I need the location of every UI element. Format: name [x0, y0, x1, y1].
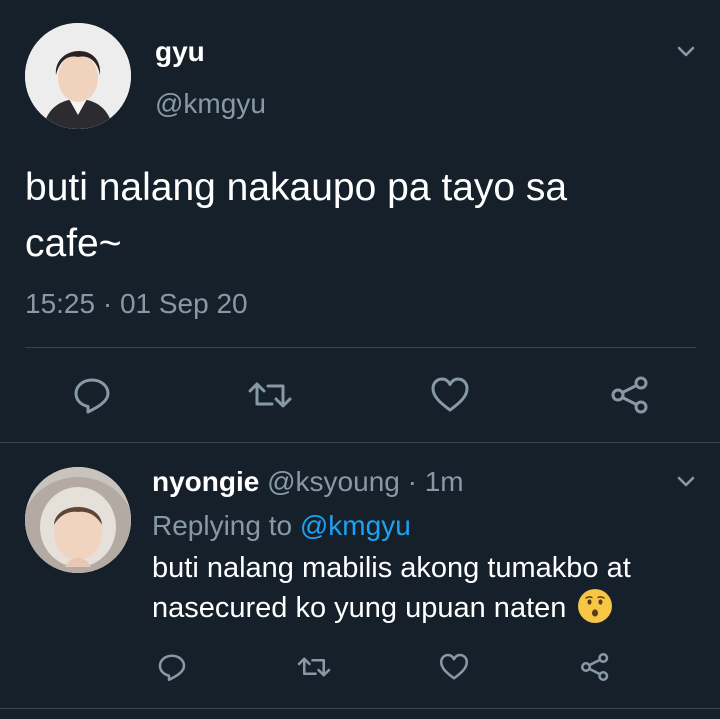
reply-author-handle[interactable]: @ksyoung — [267, 466, 400, 497]
author-name[interactable]: gyu — [155, 36, 205, 68]
reply-text-line-2-text: nasecured ko yung upuan naten — [152, 592, 567, 624]
share-icon[interactable] — [610, 375, 650, 415]
replying-to-handle[interactable]: @kmgyu — [300, 510, 411, 541]
bottom-divider — [0, 708, 720, 709]
replying-to: Replying to @kmgyu — [152, 510, 411, 542]
reply-author-name[interactable]: nyongie — [152, 466, 259, 497]
hushed-face-emoji — [578, 589, 613, 624]
reply-icon[interactable] — [72, 375, 112, 415]
reply-header: nyongie @ksyoung · 1m — [152, 466, 464, 498]
reply-author-avatar[interactable] — [25, 467, 131, 573]
tweet-text-line-2: cafe~ — [25, 222, 122, 265]
reply-time[interactable]: 1m — [425, 466, 464, 497]
section-divider — [0, 442, 720, 443]
reply-retweet-icon[interactable] — [297, 652, 331, 682]
reply-text-line-1: buti nalang mabilis akong tumakbo at — [152, 552, 631, 584]
tweet-divider — [25, 347, 696, 348]
chevron-down-icon[interactable] — [674, 40, 698, 64]
reply-heart-icon[interactable] — [439, 652, 469, 682]
author-handle[interactable]: @kmgyu — [155, 88, 266, 120]
reply-share-icon[interactable] — [580, 652, 610, 682]
retweet-icon[interactable] — [248, 375, 292, 415]
heart-icon[interactable] — [430, 375, 470, 415]
reply-text-line-2: nasecured ko yung upuan naten — [152, 589, 613, 626]
reply-reply-icon[interactable] — [157, 652, 187, 682]
tweet-text-line-1: buti nalang nakaupo pa tayo sa — [25, 166, 568, 209]
reply-chevron-down-icon[interactable] — [674, 470, 698, 494]
replying-to-label: Replying to — [152, 510, 293, 541]
tweet-timestamp[interactable]: 15:25 · 01 Sep 20 — [25, 288, 248, 320]
reply-separator: · — [407, 466, 417, 497]
author-avatar[interactable] — [25, 23, 131, 129]
